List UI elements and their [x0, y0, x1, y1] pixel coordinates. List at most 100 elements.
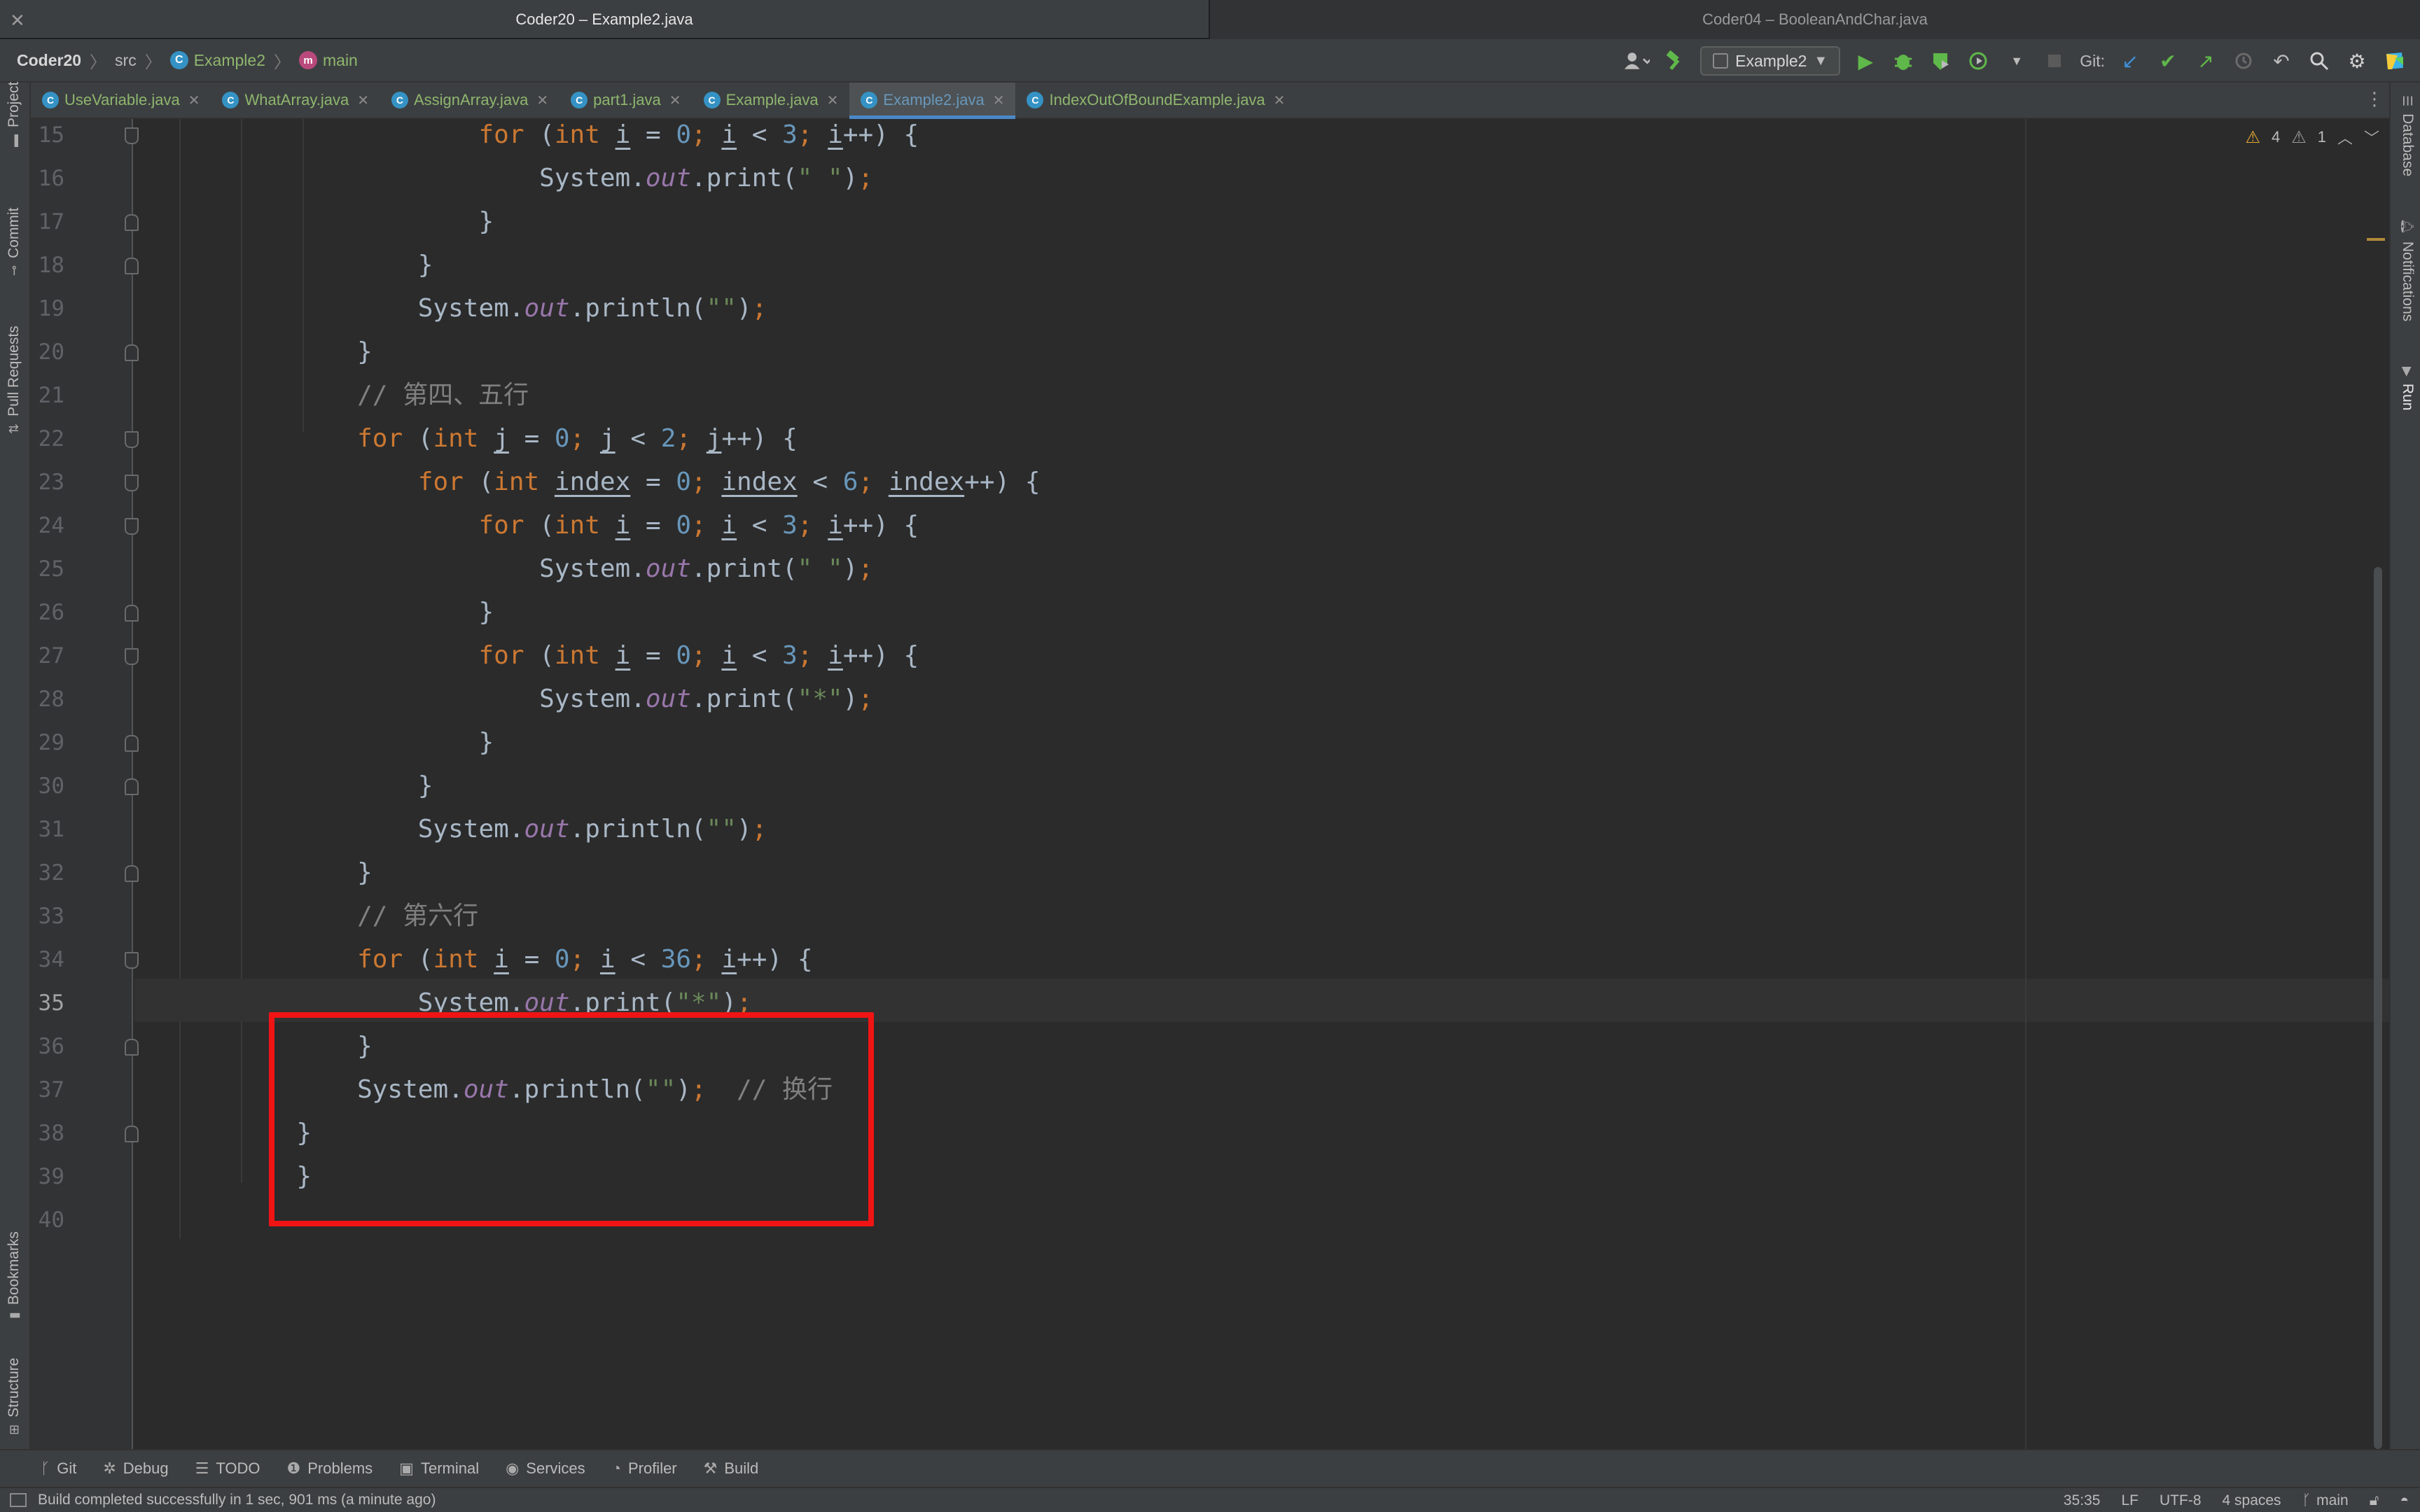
more-vertical-icon[interactable]: ⋮: [2365, 88, 2384, 110]
fold-marker-icon[interactable]: [125, 431, 139, 448]
fold-marker-icon[interactable]: [125, 344, 139, 361]
code-line[interactable]: for (int i = 0; i < 3; i++) {: [175, 634, 919, 678]
code-line[interactable]: System.out.print(" ");: [175, 547, 873, 591]
lock-icon[interactable]: 🔓︎: [2370, 1492, 2379, 1509]
fold-marker-icon[interactable]: [125, 1039, 139, 1056]
tool-tab-project[interactable]: ▬ Project: [6, 82, 22, 147]
account-icon[interactable]: [1625, 48, 1650, 74]
code-line[interactable]: for (int i = 0; i < 36; i++) {: [175, 938, 812, 981]
breadcrumb-project[interactable]: Coder20: [17, 51, 81, 70]
tool-tab-database[interactable]: ☰ Database: [2399, 95, 2416, 176]
coverage-icon[interactable]: [1928, 48, 1954, 74]
code-line[interactable]: System.out.print(" ");: [175, 157, 873, 200]
code-area[interactable]: for (int i = 0; i < 3; i++) { System.out…: [134, 119, 2389, 1449]
line-number-gutter[interactable]: 15 16 17 18 19 20 21 22 23 24 25 26 27 28 29 30 31 32 33 34…: [31, 119, 133, 1449]
chevron-down-icon[interactable]: ▼: [2004, 48, 2029, 74]
fold-marker-icon[interactable]: [125, 475, 139, 491]
code-line[interactable]: // 第四、五行: [175, 374, 529, 417]
git-branch-widget[interactable]: ᚴ main: [2302, 1492, 2349, 1509]
code-line[interactable]: for (int index = 0; index < 6; index++) …: [175, 461, 1041, 504]
code-line[interactable]: }: [175, 764, 433, 808]
editor-tab[interactable]: C UseVariable.java ✕: [31, 83, 211, 118]
build-hammer-icon[interactable]: [1662, 48, 1688, 74]
fold-marker-icon[interactable]: [125, 865, 139, 882]
product-logo-icon[interactable]: [2382, 48, 2407, 74]
fold-marker-icon[interactable]: [125, 258, 139, 274]
fold-marker-icon[interactable]: [125, 127, 139, 144]
code-line[interactable]: }: [175, 591, 494, 634]
breadcrumb-method[interactable]: m main: [299, 51, 358, 70]
code-line[interactable]: for (int j = 0; j < 2; j++) {: [175, 417, 798, 461]
settings-icon[interactable]: ⚙: [2344, 48, 2370, 74]
tool-tab-run[interactable]: ▶ Run: [2399, 367, 2416, 410]
close-icon[interactable]: ✕: [993, 92, 1005, 109]
close-icon[interactable]: ✕: [10, 10, 25, 31]
close-icon[interactable]: ✕: [669, 92, 681, 109]
window-tab-active[interactable]: ✕ Coder20 – Example2.java: [0, 0, 1210, 39]
file-encoding[interactable]: UTF-8: [2160, 1492, 2202, 1509]
tool-window-todo[interactable]: ☰ TODO: [195, 1460, 260, 1478]
tool-window-terminal[interactable]: ▣ Terminal: [399, 1460, 479, 1478]
breadcrumb-class[interactable]: C Example2: [169, 51, 265, 70]
tool-window-profiler[interactable]: ◔ Profiler: [612, 1460, 677, 1478]
run-configuration-select[interactable]: Example2 ▼: [1700, 46, 1841, 76]
tool-tab-structure[interactable]: ⊞ Structure: [6, 1358, 22, 1435]
tool-tab-commit[interactable]: ⊸ Commit: [6, 208, 22, 276]
toggle-tool-windows-icon[interactable]: [10, 1493, 27, 1507]
fold-marker-icon[interactable]: [125, 735, 139, 752]
code-line[interactable]: System.out.println("");: [175, 808, 767, 851]
code-line[interactable]: }: [175, 721, 494, 764]
breadcrumb-folder[interactable]: src: [115, 51, 137, 70]
history-icon[interactable]: [2231, 48, 2256, 74]
indent-setting[interactable]: 4 spaces: [2223, 1492, 2281, 1509]
tool-window-services[interactable]: ◉ Services: [506, 1460, 585, 1478]
stop-icon[interactable]: [2042, 48, 2067, 74]
code-line[interactable]: System.out.println("");: [175, 287, 767, 330]
fold-marker-icon[interactable]: [125, 952, 139, 969]
fold-marker-icon[interactable]: [125, 1126, 139, 1142]
vertical-scrollbar[interactable]: [2374, 567, 2382, 1449]
close-icon[interactable]: ✕: [188, 92, 200, 109]
close-icon[interactable]: ✕: [536, 92, 548, 109]
status-message[interactable]: Build completed successfully in 1 sec, 9…: [38, 1492, 436, 1508]
code-line[interactable]: // 第六行: [175, 895, 478, 938]
close-icon[interactable]: ✕: [357, 92, 369, 109]
caret-position[interactable]: 35:35: [2064, 1492, 2101, 1509]
code-line[interactable]: for (int i = 0; i < 3; i++) {: [175, 119, 919, 157]
tool-tab-pull-requests[interactable]: ⇅ Pull Requests: [6, 326, 22, 434]
debug-icon[interactable]: [1891, 48, 1916, 74]
tool-tab-notifications[interactable]: 🔔︎ Notifications: [2399, 218, 2416, 321]
fold-marker-icon[interactable]: [125, 778, 139, 795]
tool-window-build[interactable]: ⚒ Build: [704, 1460, 759, 1478]
editor-tab[interactable]: C Example.java ✕: [693, 83, 850, 118]
git-update-icon[interactable]: ↙: [2118, 48, 2143, 74]
chevron-down-icon[interactable]: ﹀: [2364, 126, 2379, 148]
tool-window-git[interactable]: ᚴ Git: [41, 1460, 76, 1478]
code-editor[interactable]: 15 16 17 18 19 20 21 22 23 24 25 26 27 28 29 30 31 32 33 34…: [31, 119, 2389, 1449]
fold-marker-icon[interactable]: [125, 605, 139, 622]
line-separator[interactable]: LF: [2121, 1492, 2139, 1509]
scrollbar-warning-marker[interactable]: [2367, 238, 2385, 241]
close-icon[interactable]: ✕: [1274, 92, 1286, 109]
chevron-up-icon[interactable]: ︿: [2337, 126, 2353, 148]
code-line[interactable]: for (int i = 0; i < 3; i++) {: [175, 504, 919, 547]
tool-window-debug[interactable]: ✲ Debug: [103, 1460, 168, 1478]
git-push-icon[interactable]: ↗: [2193, 48, 2218, 74]
editor-tab[interactable]: C IndexOutOfBoundExample.java ✕: [1015, 83, 1296, 118]
profile-icon[interactable]: [1966, 48, 1991, 74]
fold-marker-icon[interactable]: [125, 214, 139, 231]
code-line[interactable]: System.out.print("*");: [175, 678, 873, 721]
editor-tab[interactable]: C AssignArray.java ✕: [380, 83, 559, 118]
run-icon[interactable]: ▶: [1853, 48, 1878, 74]
fold-marker-icon[interactable]: [125, 648, 139, 665]
code-line[interactable]: }: [175, 200, 494, 244]
editor-tab[interactable]: C part1.java ✕: [559, 83, 692, 118]
tool-tab-bookmarks[interactable]: ▮ Bookmarks: [6, 1231, 22, 1319]
git-commit-icon[interactable]: ✔: [2155, 48, 2181, 74]
editor-tab[interactable]: C WhatArray.java ✕: [211, 83, 380, 118]
memory-indicator-icon[interactable]: ◓: [2400, 1492, 2409, 1509]
search-icon[interactable]: [2307, 48, 2332, 74]
close-icon[interactable]: ✕: [827, 92, 839, 109]
code-line[interactable]: }: [175, 244, 433, 287]
inspections-widget[interactable]: ⚠ 4 ⚠ 1 ︿ ﹀: [2245, 122, 2379, 153]
